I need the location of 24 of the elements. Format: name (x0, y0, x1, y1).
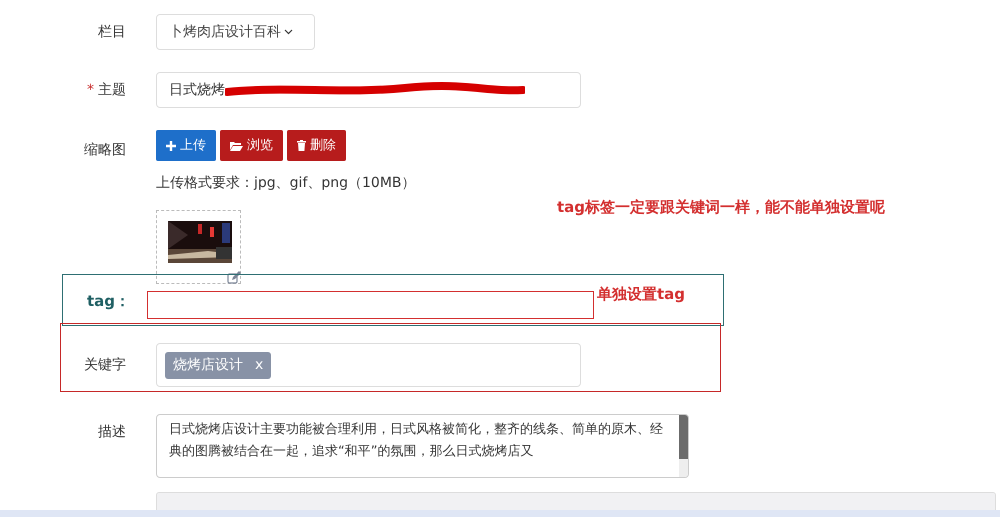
scrollbar[interactable] (679, 415, 688, 477)
annotation-text: tag标签一定要跟关键词一样，能不能单独设置呢 (557, 197, 886, 218)
edit-icon[interactable] (227, 271, 241, 284)
field-label: 关键字 (84, 356, 126, 374)
trash-icon (297, 140, 306, 151)
field-label: 描述 (98, 423, 126, 442)
description-field[interactable]: 日式烧烤店设计主要功能被合理利用，日式风格被简化，整齐的线条、简单的原木、经典的图腾被结合在一起，追求“和平”的氛围，那么日式烧烤店又 (156, 414, 689, 478)
browse-button[interactable]: 浏览 (220, 130, 283, 161)
annotation-text: 单独设置tag (597, 284, 686, 305)
upload-hint: 上传格式要求：jpg、gif、png（10MB） (156, 174, 416, 193)
field-label: 主题 (98, 80, 126, 100)
field-label: tag： (87, 291, 130, 312)
folder-icon (230, 140, 243, 150)
category-select[interactable]: 卜烤肉店设计百科 (156, 14, 315, 50)
plus-icon (166, 140, 176, 150)
keyword-tag: 烧烤店设计 x (165, 352, 272, 378)
field-label: 缩略图 (84, 141, 126, 160)
required-mark: * (87, 80, 94, 100)
subject-field[interactable]: 日式烧烤 (156, 72, 581, 108)
tag-field[interactable] (147, 291, 594, 319)
chevron-down-icon (284, 29, 293, 35)
field-label: 栏目 (98, 22, 126, 42)
upload-button[interactable]: 上传 (156, 130, 216, 161)
delete-button[interactable]: 删除 (287, 130, 346, 161)
